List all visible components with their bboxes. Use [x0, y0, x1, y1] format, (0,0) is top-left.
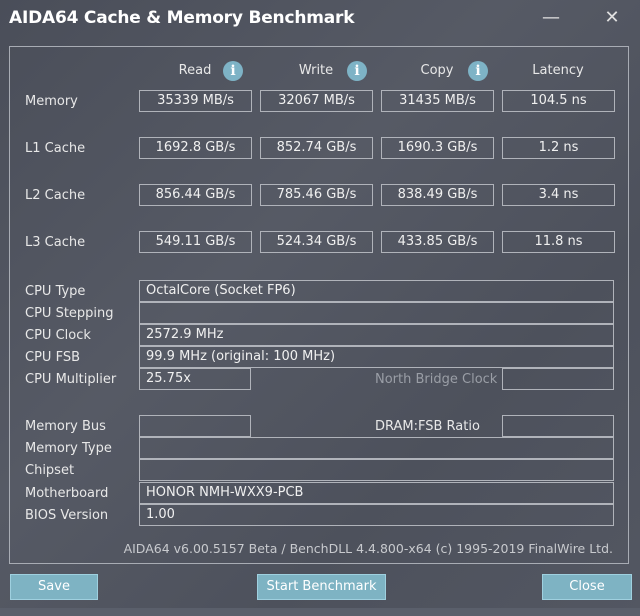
close-button[interactable]: Close — [542, 574, 632, 600]
cpu-fsb-label: CPU FSB — [25, 350, 80, 365]
minimize-button[interactable]: — — [537, 6, 565, 30]
cpu-clock-label: CPU Clock — [25, 328, 91, 343]
l2-write-value: 785.46 GB/s — [260, 184, 373, 206]
l1-write-value: 852.74 GB/s — [260, 137, 373, 159]
memory-bus-label: Memory Bus — [25, 419, 106, 434]
motherboard-label: Motherboard — [25, 486, 109, 501]
cpu-type-label: CPU Type — [25, 284, 86, 299]
cpu-stepping-value — [139, 302, 614, 324]
l1-read-value: 1692.8 GB/s — [139, 137, 252, 159]
cpu-multiplier-value: 25.75x — [139, 368, 251, 390]
l1-latency-value: 1.2 ns — [502, 137, 615, 159]
memory-type-label: Memory Type — [25, 441, 112, 456]
benchmark-window: AIDA64 Cache & Memory Benchmark — ✕ Read… — [0, 0, 640, 616]
cpu-multiplier-label: CPU Multiplier — [25, 372, 117, 387]
dram-fsb-ratio-value — [502, 415, 614, 437]
memory-bus-value — [139, 415, 251, 437]
cpu-stepping-label: CPU Stepping — [25, 306, 114, 321]
row-label-l2: L2 Cache — [25, 188, 86, 203]
memory-read-value: 35339 MB/s — [139, 90, 252, 112]
l3-latency-value: 11.8 ns — [502, 231, 615, 253]
dram-fsb-ratio-label: DRAM:FSB Ratio — [375, 419, 480, 434]
window-close-button[interactable]: ✕ — [598, 6, 626, 30]
bios-version-label: BIOS Version — [25, 508, 109, 523]
start-benchmark-button[interactable]: Start Benchmark — [257, 574, 386, 600]
version-footer: AIDA64 v6.00.5157 Beta / BenchDLL 4.4.80… — [123, 541, 613, 556]
window-title: AIDA64 Cache & Memory Benchmark — [9, 8, 355, 28]
l2-copy-value: 838.49 GB/s — [381, 184, 494, 206]
cpu-type-value: OctalCore (Socket FP6) — [139, 280, 614, 302]
motherboard-value: HONOR NMH-WXX9-PCB — [139, 482, 614, 504]
l3-write-value: 524.34 GB/s — [260, 231, 373, 253]
save-button[interactable]: Save — [10, 574, 98, 600]
chipset-label: Chipset — [25, 463, 75, 478]
row-label-l1: L1 Cache — [25, 141, 86, 156]
copy-info-icon[interactable]: i — [468, 61, 488, 81]
chipset-value — [139, 459, 614, 481]
bios-version-value: 1.00 — [139, 504, 614, 526]
close-icon: ✕ — [604, 7, 620, 28]
cpu-fsb-value: 99.9 MHz (original: 100 MHz) — [139, 346, 614, 368]
l2-read-value: 856.44 GB/s — [139, 184, 252, 206]
cpu-clock-value: 2572.9 MHz — [139, 324, 614, 346]
memory-type-value — [139, 437, 614, 459]
memory-write-value: 32067 MB/s — [260, 90, 373, 112]
row-label-memory: Memory — [25, 94, 78, 109]
l3-copy-value: 433.85 GB/s — [381, 231, 494, 253]
memory-copy-value: 31435 MB/s — [381, 90, 494, 112]
north-bridge-clock-label: North Bridge Clock — [375, 372, 498, 387]
l2-latency-value: 3.4 ns — [502, 184, 615, 206]
window-bottom-edge — [0, 608, 640, 616]
l3-read-value: 549.11 GB/s — [139, 231, 252, 253]
row-label-l3: L3 Cache — [25, 235, 86, 250]
minimize-icon: — — [542, 7, 560, 28]
north-bridge-clock-value — [502, 368, 614, 390]
write-info-icon[interactable]: i — [347, 61, 367, 81]
memory-latency-value: 104.5 ns — [502, 90, 615, 112]
column-latency: Latency — [532, 63, 584, 78]
read-info-icon[interactable]: i — [223, 61, 243, 81]
l1-copy-value: 1690.3 GB/s — [381, 137, 494, 159]
